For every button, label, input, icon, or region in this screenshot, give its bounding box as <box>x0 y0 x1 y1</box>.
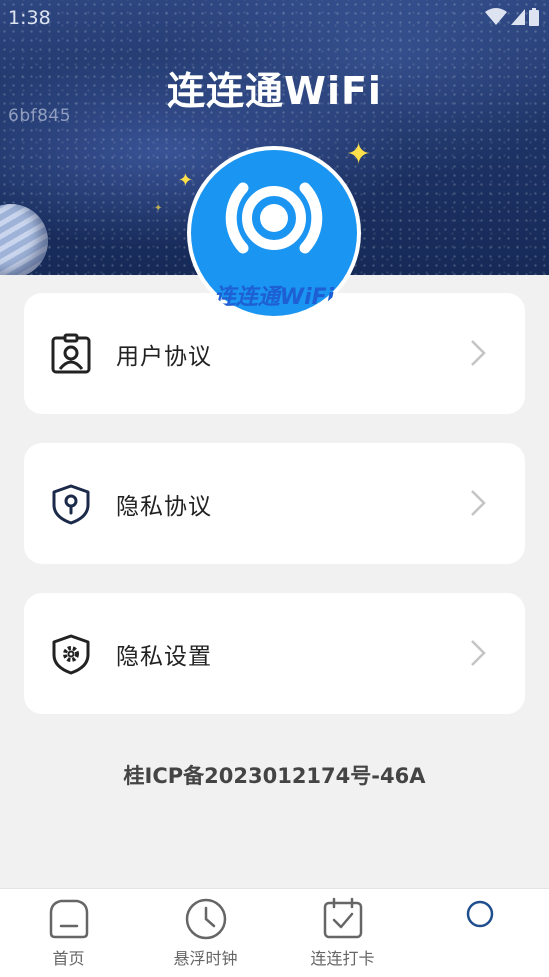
wifi-signal-icon <box>485 8 507 25</box>
privacy-shield-icon <box>52 484 90 525</box>
status-icons <box>485 8 539 26</box>
logo-text: 连连通WiFi <box>213 285 335 310</box>
nav-item-check-in[interactable]: 连连打卡 <box>274 889 411 977</box>
chevron-right-icon <box>471 490 486 516</box>
menu-item-label: 隐私协议 <box>116 494 212 520</box>
privacy-agreement-row[interactable]: 隐私协议 <box>24 443 525 564</box>
nav-item-home[interactable]: 首页 <box>0 889 137 977</box>
status-time: 1:38 <box>8 7 51 29</box>
status-bar: 1:38 <box>0 0 549 36</box>
nav-item-profile[interactable] <box>411 889 548 977</box>
clock-icon <box>185 898 227 940</box>
menu-item-label: 隐私设置 <box>116 644 212 670</box>
chevron-right-icon <box>471 640 486 666</box>
user-badge-icon <box>51 333 91 374</box>
chevron-right-icon <box>471 340 486 366</box>
cell-signal-icon <box>511 9 525 25</box>
app-logo: 连连通WiFi <box>187 146 361 320</box>
app-title: 连连通WiFi <box>167 69 382 113</box>
nav-label: 悬浮时钟 <box>173 949 238 968</box>
nav-item-floating-clock[interactable]: 悬浮时钟 <box>137 889 274 977</box>
calendar-check-icon <box>323 897 363 939</box>
privacy-settings-row[interactable]: 隐私设置 <box>24 593 525 714</box>
nav-label: 连连打卡 <box>310 949 375 968</box>
profile-circle-icon <box>466 900 494 928</box>
home-icon <box>49 899 89 939</box>
icp-license-text: 桂ICP备2023012174号-46A <box>123 764 426 788</box>
star-icon: ✦ <box>154 203 163 214</box>
battery-icon <box>529 8 539 26</box>
nav-label: 首页 <box>52 949 85 968</box>
menu-item-label: 用户协议 <box>116 344 212 370</box>
settings-shield-icon <box>52 634 90 675</box>
bottom-nav: 首页 悬浮时钟 连连打卡 <box>0 888 549 977</box>
